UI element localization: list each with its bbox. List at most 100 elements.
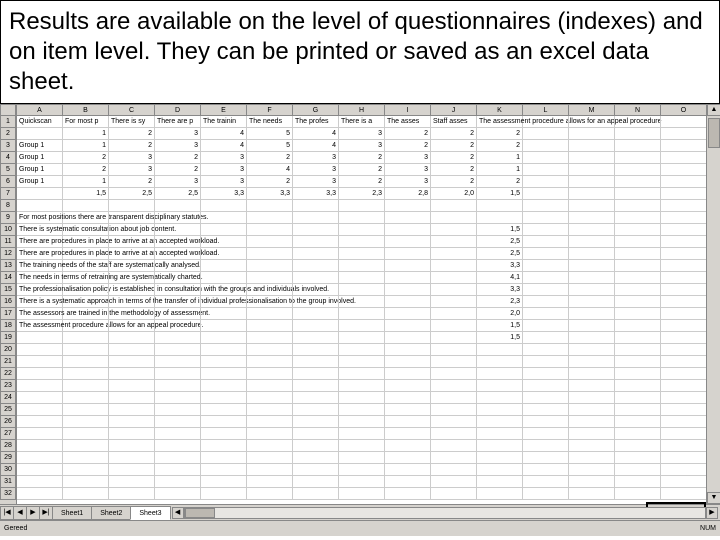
cell-J15[interactable] [431, 284, 477, 296]
row-header-6[interactable]: 6 [0, 176, 16, 188]
cell-H14[interactable] [339, 272, 385, 284]
cell-J24[interactable] [431, 392, 477, 404]
cell-M24[interactable] [569, 392, 615, 404]
cell-M16[interactable] [569, 296, 615, 308]
vertical-scrollbar[interactable]: ▲ ▼ [706, 104, 720, 504]
cell-N5[interactable] [615, 164, 661, 176]
cell-F16[interactable] [247, 296, 293, 308]
cell-E5[interactable]: 3 [201, 164, 247, 176]
cell-H23[interactable] [339, 380, 385, 392]
cell-D7[interactable]: 2,5 [155, 188, 201, 200]
cell-F25[interactable] [247, 404, 293, 416]
cell-C26[interactable] [109, 416, 155, 428]
row-header-17[interactable]: 17 [0, 308, 16, 320]
cell-F6[interactable]: 2 [247, 176, 293, 188]
tab-sheet1[interactable]: Sheet1 [52, 506, 92, 520]
cell-M15[interactable] [569, 284, 615, 296]
cell-K1[interactable]: The assessment procedure allows for an a… [477, 116, 523, 128]
sheet-nav-btn-0[interactable]: |◀ [0, 506, 14, 520]
cell-K5[interactable]: 1 [477, 164, 523, 176]
cell-E15[interactable] [201, 284, 247, 296]
scroll-up-arrow-icon[interactable]: ▲ [707, 104, 720, 116]
cell-M6[interactable] [569, 176, 615, 188]
cell-L22[interactable] [523, 368, 569, 380]
cell-L10[interactable] [523, 224, 569, 236]
cell-E21[interactable] [201, 356, 247, 368]
cell-D14[interactable] [155, 272, 201, 284]
cell-N6[interactable] [615, 176, 661, 188]
cell-D22[interactable] [155, 368, 201, 380]
cell-B10[interactable] [63, 224, 109, 236]
cell-B26[interactable] [63, 416, 109, 428]
cell-I15[interactable] [385, 284, 431, 296]
cell-K27[interactable] [477, 428, 523, 440]
cell-D21[interactable] [155, 356, 201, 368]
cell-N22[interactable] [615, 368, 661, 380]
cell-M17[interactable] [569, 308, 615, 320]
cell-B15[interactable] [63, 284, 109, 296]
cell-G16[interactable] [293, 296, 339, 308]
cell-K10[interactable]: 1,5 [477, 224, 523, 236]
cell-F27[interactable] [247, 428, 293, 440]
cell-M25[interactable] [569, 404, 615, 416]
cell-F29[interactable] [247, 452, 293, 464]
cell-I13[interactable] [385, 260, 431, 272]
cell-H24[interactable] [339, 392, 385, 404]
cell-H1[interactable]: There is a [339, 116, 385, 128]
cell-O23[interactable] [661, 380, 706, 392]
cell-J17[interactable] [431, 308, 477, 320]
cell-O30[interactable] [661, 464, 706, 476]
cell-A31[interactable] [17, 476, 63, 488]
cell-O28[interactable] [661, 440, 706, 452]
cell-E28[interactable] [201, 440, 247, 452]
cell-F13[interactable] [247, 260, 293, 272]
cell-L7[interactable] [523, 188, 569, 200]
cell-G14[interactable] [293, 272, 339, 284]
cell-E23[interactable] [201, 380, 247, 392]
cell-A22[interactable] [17, 368, 63, 380]
cell-D12[interactable] [155, 248, 201, 260]
cell-C19[interactable] [109, 332, 155, 344]
cell-C13[interactable] [109, 260, 155, 272]
cell-H30[interactable] [339, 464, 385, 476]
cell-O20[interactable] [661, 344, 706, 356]
cell-O5[interactable] [661, 164, 706, 176]
cell-L12[interactable] [523, 248, 569, 260]
cell-A10[interactable]: There is systematic consultation about j… [17, 224, 63, 236]
cell-G18[interactable] [293, 320, 339, 332]
cell-J26[interactable] [431, 416, 477, 428]
cell-J22[interactable] [431, 368, 477, 380]
cell-B20[interactable] [63, 344, 109, 356]
cell-E4[interactable]: 3 [201, 152, 247, 164]
cell-F15[interactable] [247, 284, 293, 296]
cell-G32[interactable] [293, 488, 339, 500]
row-header-26[interactable]: 26 [0, 416, 16, 428]
cell-A26[interactable] [17, 416, 63, 428]
cell-A14[interactable]: The needs in terms of retraining are sys… [17, 272, 63, 284]
cell-C22[interactable] [109, 368, 155, 380]
cell-B5[interactable]: 2 [63, 164, 109, 176]
cell-N13[interactable] [615, 260, 661, 272]
cell-G6[interactable]: 3 [293, 176, 339, 188]
cell-I18[interactable] [385, 320, 431, 332]
cell-C16[interactable] [109, 296, 155, 308]
cell-D15[interactable] [155, 284, 201, 296]
cell-H20[interactable] [339, 344, 385, 356]
hscroll-thumb[interactable] [185, 508, 215, 518]
cell-C9[interactable] [109, 212, 155, 224]
cell-F32[interactable] [247, 488, 293, 500]
cell-D10[interactable] [155, 224, 201, 236]
cell-C14[interactable] [109, 272, 155, 284]
cell-N3[interactable] [615, 140, 661, 152]
horizontal-scrollbar[interactable]: ◀ ▶ [172, 507, 718, 519]
cell-E16[interactable] [201, 296, 247, 308]
cell-A20[interactable] [17, 344, 63, 356]
cell-A13[interactable]: The training needs of the staff are syst… [17, 260, 63, 272]
cell-J27[interactable] [431, 428, 477, 440]
cell-H15[interactable] [339, 284, 385, 296]
cell-J10[interactable] [431, 224, 477, 236]
cell-L25[interactable] [523, 404, 569, 416]
cell-I30[interactable] [385, 464, 431, 476]
cell-A4[interactable]: Group 1 [17, 152, 63, 164]
cell-I26[interactable] [385, 416, 431, 428]
